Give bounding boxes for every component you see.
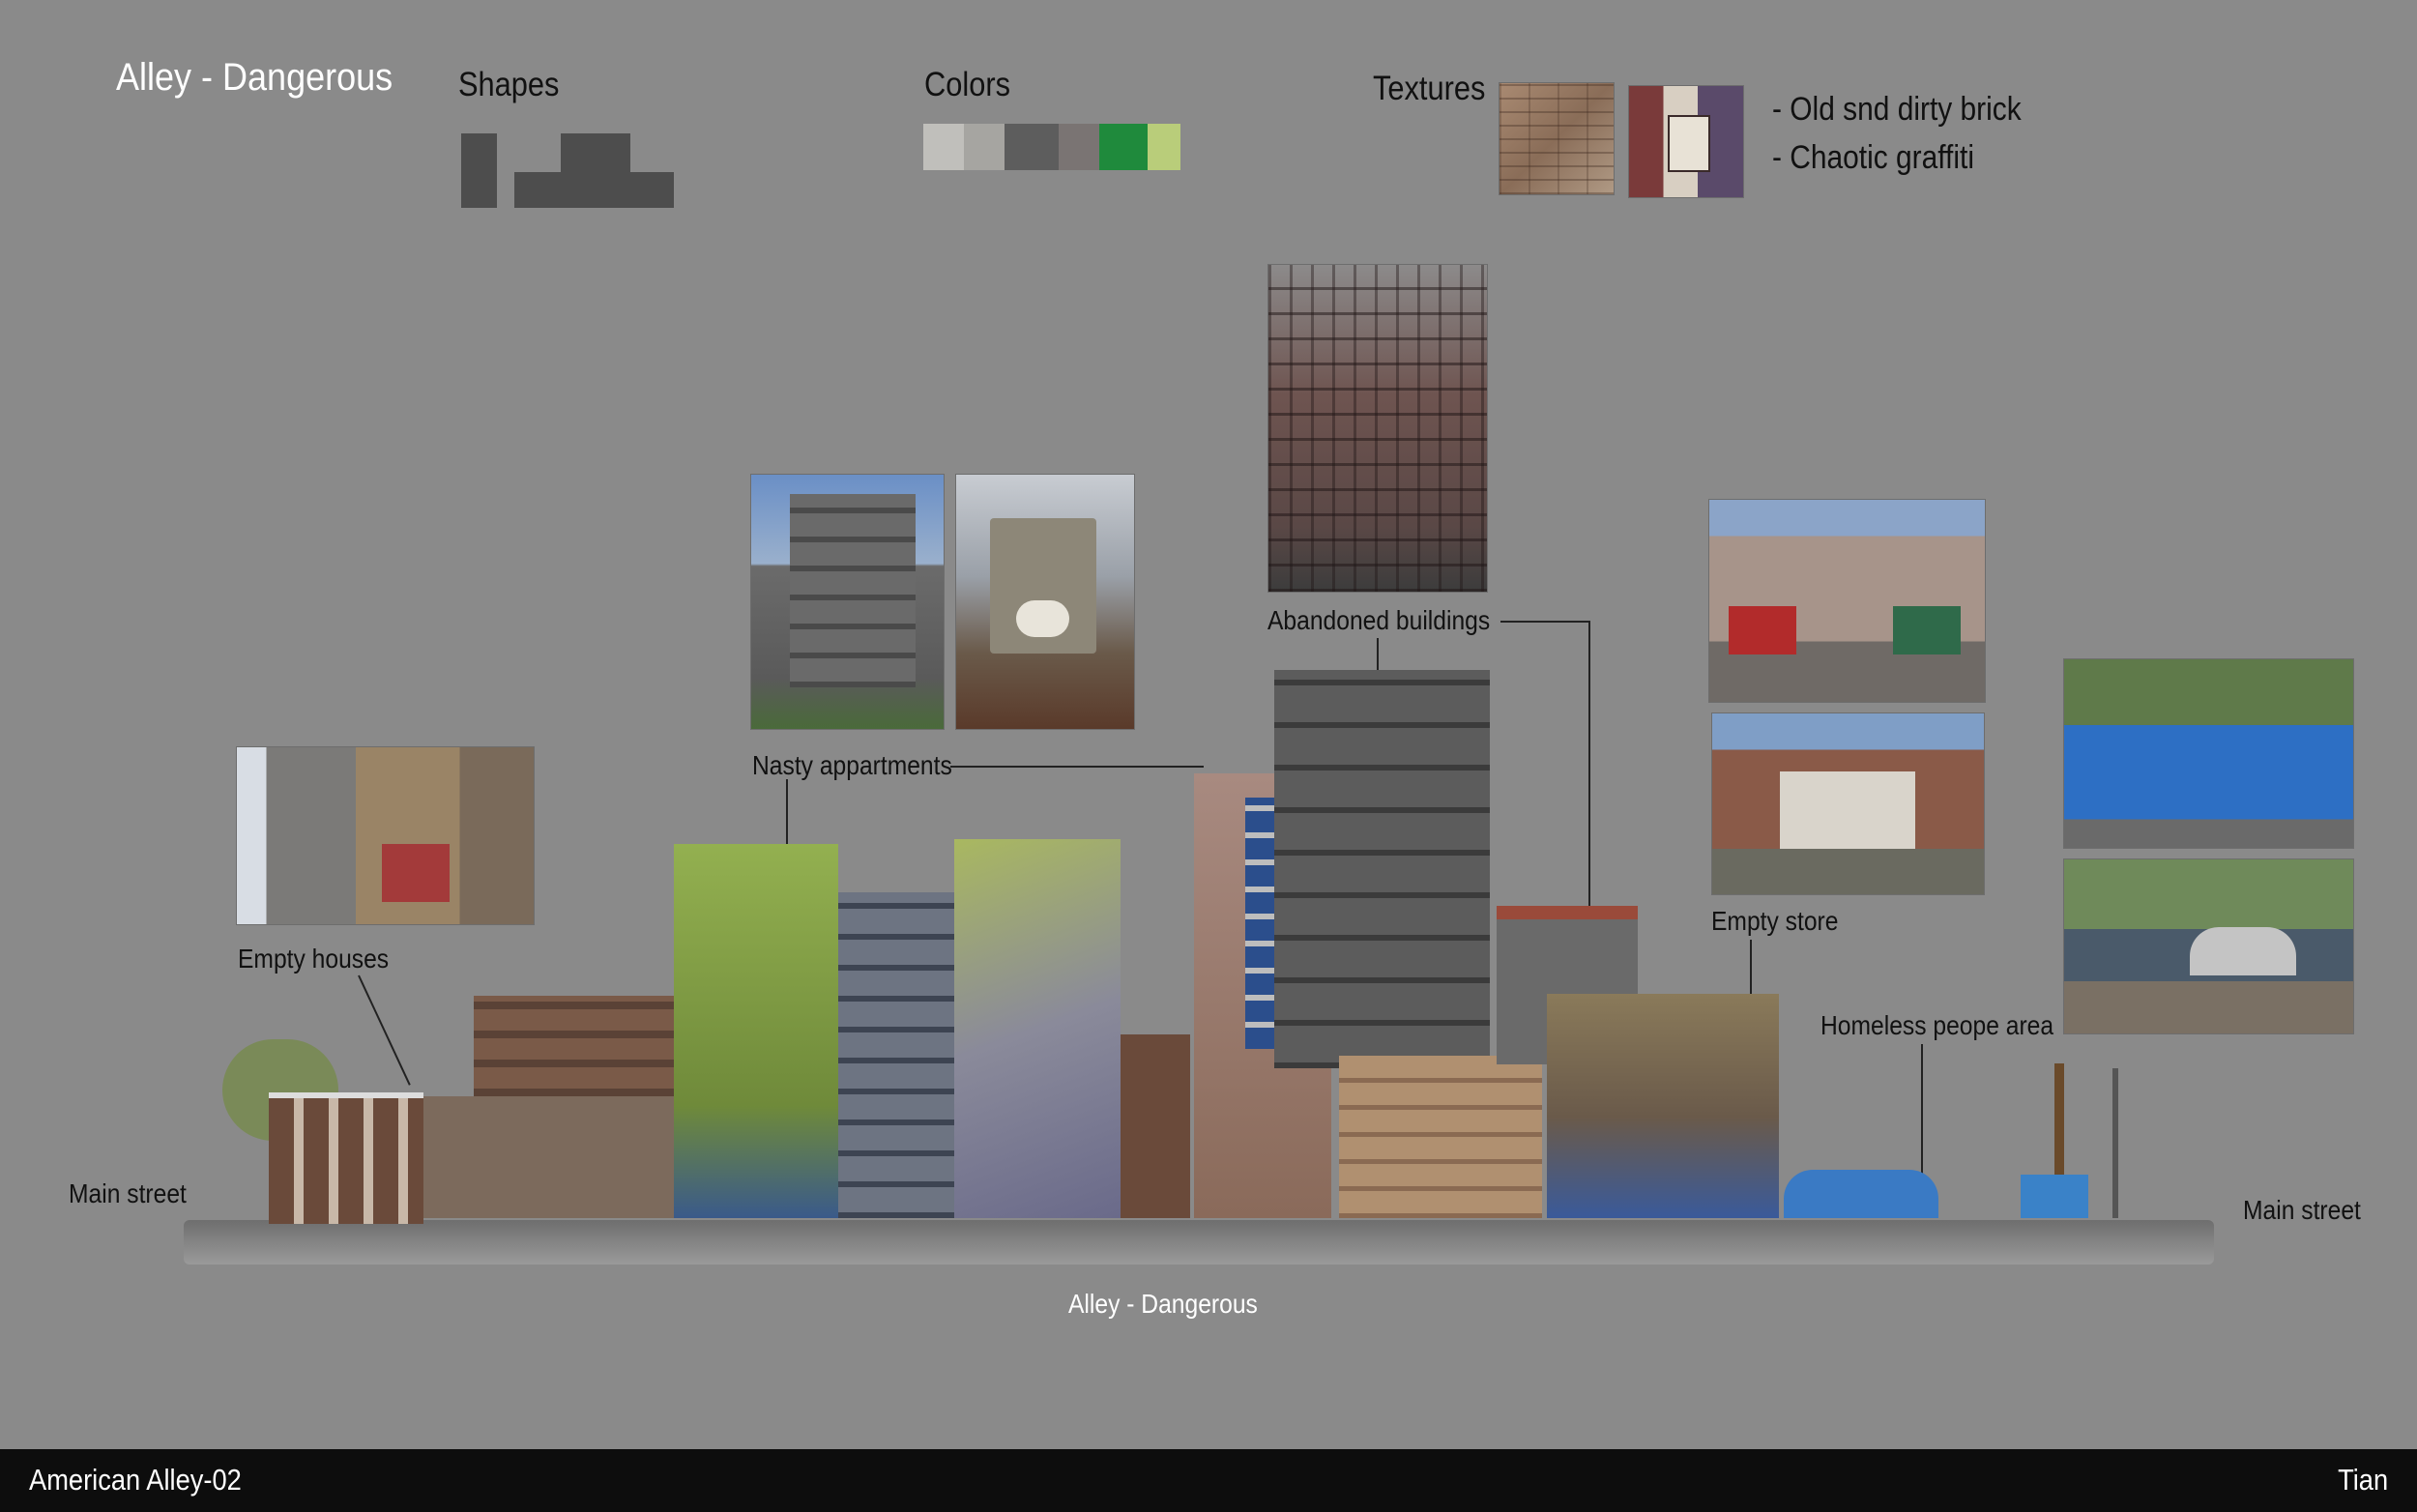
poster-graphic <box>1668 115 1710 172</box>
skull-mural-graphic <box>1016 600 1069 637</box>
street-lamp <box>2112 1068 2118 1218</box>
label-main-street-right: Main street <box>2243 1195 2361 1225</box>
leader-line <box>1750 940 1752 996</box>
shape-base-block <box>514 172 674 208</box>
label-nasty-appartments: Nasty appartments <box>752 750 952 780</box>
swatch-5 <box>1099 124 1148 170</box>
abandoned-highrise <box>1274 670 1490 1068</box>
label-empty-houses: Empty houses <box>238 944 390 974</box>
street-ground <box>184 1220 2214 1265</box>
label-homeless-area: Homeless peope area <box>1820 1010 2054 1040</box>
abandoned-building-photo <box>1267 264 1488 593</box>
leader-line <box>1588 621 1590 906</box>
swatch-6 <box>1148 124 1180 170</box>
fire-escape-building <box>838 892 954 1218</box>
red-shopfront-graphic <box>1729 606 1796 654</box>
footer-bar: American Alley-02 Tian <box>0 1449 2417 1512</box>
nasty-apartment-photo-1 <box>750 474 945 730</box>
empty-store-photo-2 <box>1711 712 1985 895</box>
leader-line <box>1500 621 1590 623</box>
brick-factory <box>1339 1056 1542 1218</box>
swatch-1 <box>923 124 964 170</box>
textures-heading: Textures <box>1373 70 1486 107</box>
label-abandoned-buildings: Abandoned buildings <box>1267 605 1491 635</box>
footer-project-name: American Alley-02 <box>29 1463 242 1497</box>
candy-store-front-graphic <box>1780 771 1915 849</box>
empty-store-photo-1 <box>1708 499 1986 703</box>
label-alley-dangerous: Alley - Dangerous <box>1068 1289 1258 1319</box>
blue-tents <box>1784 1170 1938 1218</box>
green-shopfront-graphic <box>1893 606 1961 654</box>
brick-shed <box>474 996 675 1096</box>
shapes-heading: Shapes <box>458 66 560 103</box>
green-mural-building <box>674 844 838 1218</box>
label-main-street-left: Main street <box>69 1178 187 1208</box>
graffiti-warehouse <box>423 1096 675 1218</box>
homeless-tents-photo-2 <box>2063 858 2354 1034</box>
footer-author: Tian <box>2337 1463 2388 1497</box>
leader-line <box>358 974 411 1086</box>
texture-note-1: - Old snd dirty brick <box>1772 91 2022 128</box>
swatch-2 <box>964 124 1005 170</box>
narrow-brick-building <box>1121 1034 1190 1218</box>
brick-warehouse <box>269 1092 423 1224</box>
homeless-tents-photo-1 <box>2063 658 2354 849</box>
page-title: Alley - Dangerous <box>116 56 393 99</box>
leader-line <box>950 766 1204 768</box>
leader-line <box>786 779 788 845</box>
graffiti-tower <box>954 839 1121 1218</box>
empty-houses-photo <box>236 746 535 925</box>
apartment-block-graphic <box>790 494 916 687</box>
swatch-3 <box>1005 124 1059 170</box>
brick-texture-image <box>1499 82 1615 195</box>
shape-tall-block <box>461 133 497 208</box>
canopy-tent <box>2021 1175 2088 1218</box>
storefront-graphic <box>382 844 450 902</box>
shape-top-block <box>561 133 630 172</box>
swatch-4 <box>1059 124 1099 170</box>
nasty-apartment-photo-2 <box>955 474 1135 730</box>
graffiti-storefronts <box>1547 994 1779 1218</box>
colors-heading: Colors <box>924 66 1011 103</box>
texture-note-2: - Chaotic graffiti <box>1772 139 1974 176</box>
tent-graphic <box>2190 927 2296 975</box>
graffiti-texture-image <box>1628 85 1744 198</box>
label-empty-store: Empty store <box>1711 906 1839 936</box>
leader-line <box>1377 638 1379 672</box>
